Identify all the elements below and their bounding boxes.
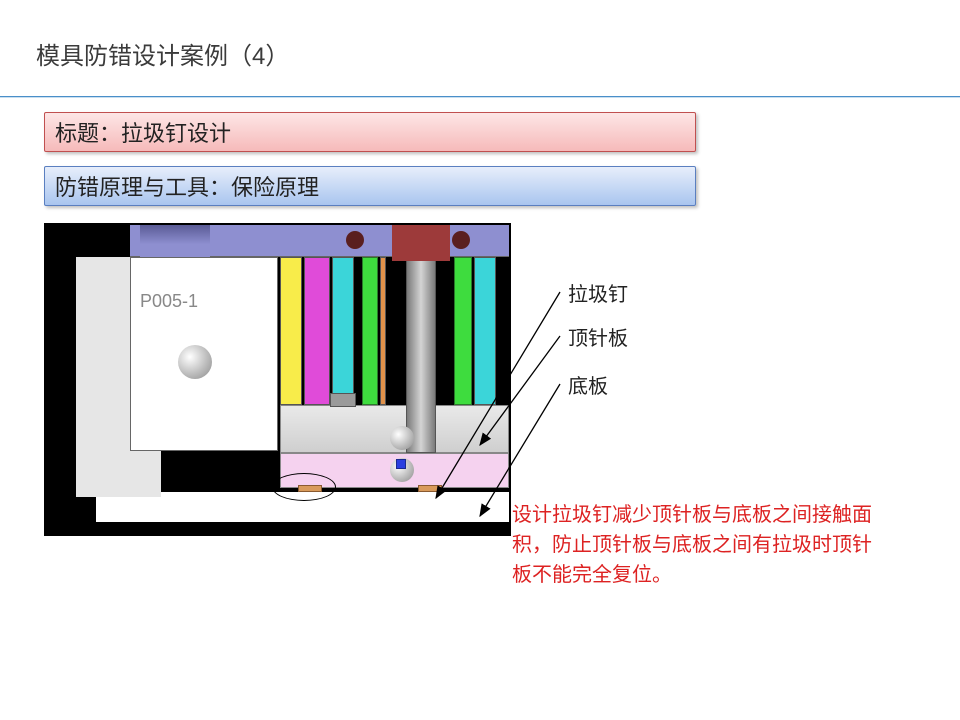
- callout-garbage-nail: 拉圾钉: [568, 278, 628, 307]
- principle-banner: 防错原理与工具：保险原理: [44, 166, 696, 206]
- part-id-label: P005-1: [140, 291, 198, 312]
- design-note: 设计拉圾钉减少顶针板与底板之间接触面积，防止顶针板与底板之间有拉圾时顶针板不能完…: [512, 500, 882, 590]
- page-title: 模具防错设计案例（4）: [36, 36, 289, 71]
- divider: [0, 96, 960, 98]
- title-banner: 标题：拉圾钉设计: [44, 112, 696, 152]
- title-banner-text: 标题：拉圾钉设计: [55, 116, 231, 148]
- garbage-nail-icon: [418, 485, 442, 492]
- highlight-circle: [272, 473, 336, 501]
- principle-banner-text: 防错原理与工具：保险原理: [55, 170, 319, 202]
- callout-base-plate: 底板: [568, 370, 608, 399]
- callout-ejector-plate: 顶针板: [568, 322, 628, 351]
- schematic-figure: P005-1: [44, 223, 511, 536]
